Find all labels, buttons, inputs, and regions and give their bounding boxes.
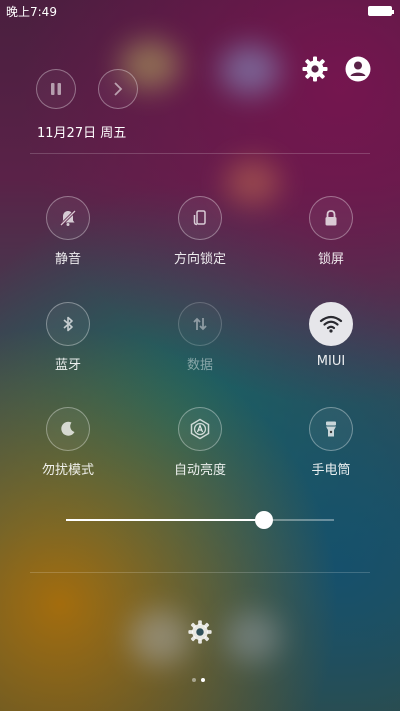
tile-mobile-data[interactable]: 数据 bbox=[145, 302, 255, 373]
page-indicator bbox=[192, 678, 205, 682]
tile-circle[interactable] bbox=[309, 302, 353, 346]
chevron-right-icon bbox=[114, 82, 123, 96]
tile-silent[interactable]: 静音 bbox=[13, 196, 123, 267]
tile-circle[interactable] bbox=[46, 302, 90, 346]
wallpaper-blob bbox=[220, 45, 280, 95]
mobile-data-icon bbox=[193, 317, 207, 331]
tile-label: 锁屏 bbox=[317, 252, 344, 267]
brightness-slider-thumb[interactable] bbox=[255, 511, 274, 529]
tile-label: MIUI bbox=[316, 354, 346, 369]
gear-icon[interactable] bbox=[301, 55, 329, 83]
brightness-slider[interactable] bbox=[66, 511, 334, 529]
tile-label: 蓝牙 bbox=[54, 358, 81, 373]
wallpaper-blob bbox=[225, 612, 280, 662]
tile-label: 静音 bbox=[54, 252, 81, 267]
next-button[interactable] bbox=[98, 69, 138, 109]
battery-full-icon bbox=[368, 6, 394, 16]
lock-icon bbox=[325, 210, 337, 226]
tile-label: 勿扰模式 bbox=[41, 463, 94, 478]
gear-icon[interactable] bbox=[187, 619, 213, 645]
page-dot-active bbox=[201, 678, 205, 682]
tile-flashlight[interactable]: 手电筒 bbox=[276, 407, 386, 478]
tile-label: 手电筒 bbox=[311, 463, 351, 478]
tile-rotation-lock[interactable]: 方向锁定 bbox=[145, 196, 255, 267]
flashlight-icon bbox=[326, 421, 336, 437]
tile-lock-screen[interactable]: 锁屏 bbox=[276, 196, 386, 267]
tile-wifi[interactable]: MIUI bbox=[276, 302, 386, 369]
tile-bluetooth[interactable]: 蓝牙 bbox=[13, 302, 123, 373]
tile-circle[interactable] bbox=[46, 407, 90, 451]
tile-auto-brightness[interactable]: 自动亮度 bbox=[145, 407, 255, 478]
tile-circle[interactable] bbox=[178, 196, 222, 240]
tile-label: 方向锁定 bbox=[173, 252, 226, 267]
moon-icon bbox=[61, 421, 75, 436]
bluetooth-icon bbox=[63, 316, 73, 332]
tile-circle[interactable] bbox=[178, 302, 222, 346]
account-icon[interactable] bbox=[344, 55, 372, 83]
divider bbox=[30, 153, 370, 154]
tile-circle[interactable] bbox=[309, 407, 353, 451]
status-time: 晚上7:49 bbox=[6, 5, 57, 19]
pause-icon bbox=[51, 83, 61, 95]
wallpaper-blob bbox=[130, 610, 190, 665]
tile-do-not-disturb[interactable]: 勿扰模式 bbox=[13, 407, 123, 478]
wifi-icon bbox=[319, 315, 343, 333]
date-label: 11月27日 周五 bbox=[37, 126, 127, 141]
status-bar: 晚上7:49 bbox=[0, 0, 400, 22]
tile-label: 数据 bbox=[186, 358, 213, 373]
tile-circle[interactable] bbox=[178, 407, 222, 451]
rotation-lock-icon bbox=[193, 210, 206, 226]
brightness-slider-fill bbox=[66, 519, 265, 521]
pause-button[interactable] bbox=[36, 69, 76, 109]
divider bbox=[30, 572, 370, 573]
page-dot bbox=[192, 678, 196, 682]
bell-off-icon bbox=[59, 209, 77, 227]
tile-circle[interactable] bbox=[309, 196, 353, 240]
tile-label: 自动亮度 bbox=[173, 463, 226, 478]
auto-brightness-icon bbox=[190, 418, 210, 440]
tile-circle[interactable] bbox=[46, 196, 90, 240]
